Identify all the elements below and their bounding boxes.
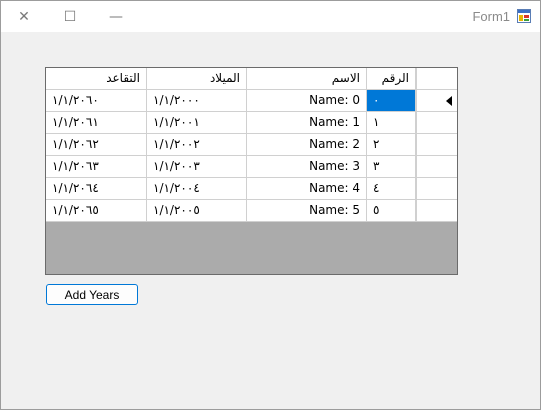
cell-id[interactable]: ١ [367, 112, 416, 134]
main-window: ✕ ☐ — Form1 الرقم الاسم الميلاد التقاعد [0, 0, 541, 410]
table-row[interactable]: ٢ Name: 2 ١/١/٢٠٠٢ ١/١/٢٠٦٢ [46, 134, 457, 156]
cell-birth[interactable]: ١/١/٢٠٠٢ [147, 134, 247, 156]
cell-name[interactable]: Name: 1 [247, 112, 367, 134]
row-header[interactable] [416, 90, 457, 112]
row-header[interactable] [416, 156, 457, 178]
cell-retirement[interactable]: ١/١/٢٠٦٥ [46, 200, 147, 222]
maximize-icon: ☐ [63, 8, 77, 25]
cell-birth[interactable]: ١/١/٢٠٠٥ [147, 200, 247, 222]
cell-birth[interactable]: ١/١/٢٠٠٣ [147, 156, 247, 178]
column-header-name[interactable]: الاسم [247, 68, 367, 90]
table-row[interactable]: ٥ Name: 5 ١/١/٢٠٠٥ ١/١/٢٠٦٥ [46, 200, 457, 222]
app-icon [517, 9, 531, 23]
grid-body: الرقم الاسم الميلاد التقاعد ٠ Name: 0 ١/… [46, 68, 457, 222]
cell-retirement[interactable]: ١/١/٢٠٦١ [46, 112, 147, 134]
row-header[interactable] [416, 134, 457, 156]
cell-retirement[interactable]: ١/١/٢٠٦٠ [46, 90, 147, 112]
cell-id[interactable]: ٢ [367, 134, 416, 156]
cell-id[interactable]: ٤ [367, 178, 416, 200]
row-header[interactable] [416, 178, 457, 200]
cell-retirement[interactable]: ١/١/٢٠٦٣ [46, 156, 147, 178]
table-row[interactable]: ٣ Name: 3 ١/١/٢٠٠٣ ١/١/٢٠٦٣ [46, 156, 457, 178]
cell-name[interactable]: Name: 4 [247, 178, 367, 200]
cell-retirement[interactable]: ١/١/٢٠٦٤ [46, 178, 147, 200]
column-header-birth[interactable]: الميلاد [147, 68, 247, 90]
row-header[interactable] [416, 112, 457, 134]
cell-name[interactable]: Name: 2 [247, 134, 367, 156]
title-bar: ✕ ☐ — Form1 [1, 1, 540, 32]
cell-id[interactable]: ٣ [367, 156, 416, 178]
cell-id[interactable]: ٠ [367, 90, 416, 112]
maximize-button[interactable]: ☐ [47, 1, 93, 32]
cell-birth[interactable]: ١/١/٢٠٠٠ [147, 90, 247, 112]
header-corner [416, 68, 457, 90]
cell-birth[interactable]: ١/١/٢٠٠١ [147, 112, 247, 134]
row-header[interactable] [416, 200, 457, 222]
table-row[interactable]: ١ Name: 1 ١/١/٢٠٠١ ١/١/٢٠٦١ [46, 112, 457, 134]
table-row[interactable]: ٠ Name: 0 ١/١/٢٠٠٠ ١/١/٢٠٦٠ [46, 90, 457, 112]
row-pointer-icon [446, 96, 452, 106]
close-icon: ✕ [18, 8, 30, 25]
table-row[interactable]: ٤ Name: 4 ١/١/٢٠٠٤ ١/١/٢٠٦٤ [46, 178, 457, 200]
cell-name[interactable]: Name: 5 [247, 200, 367, 222]
data-grid[interactable]: الرقم الاسم الميلاد التقاعد ٠ Name: 0 ١/… [45, 67, 458, 275]
add-years-button[interactable]: Add Years [46, 284, 138, 305]
minimize-icon: — [109, 8, 123, 25]
cell-id[interactable]: ٥ [367, 200, 416, 222]
cell-birth[interactable]: ١/١/٢٠٠٤ [147, 178, 247, 200]
cell-name[interactable]: Name: 0 [247, 90, 367, 112]
column-header-id[interactable]: الرقم [367, 68, 416, 90]
window-title: Form1 [472, 9, 510, 24]
column-header-retirement[interactable]: التقاعد [46, 68, 147, 90]
minimize-button[interactable]: — [93, 1, 139, 32]
grid-header-row: الرقم الاسم الميلاد التقاعد [46, 68, 457, 90]
cell-retirement[interactable]: ١/١/٢٠٦٢ [46, 134, 147, 156]
cell-name[interactable]: Name: 3 [247, 156, 367, 178]
close-button[interactable]: ✕ [1, 1, 47, 32]
